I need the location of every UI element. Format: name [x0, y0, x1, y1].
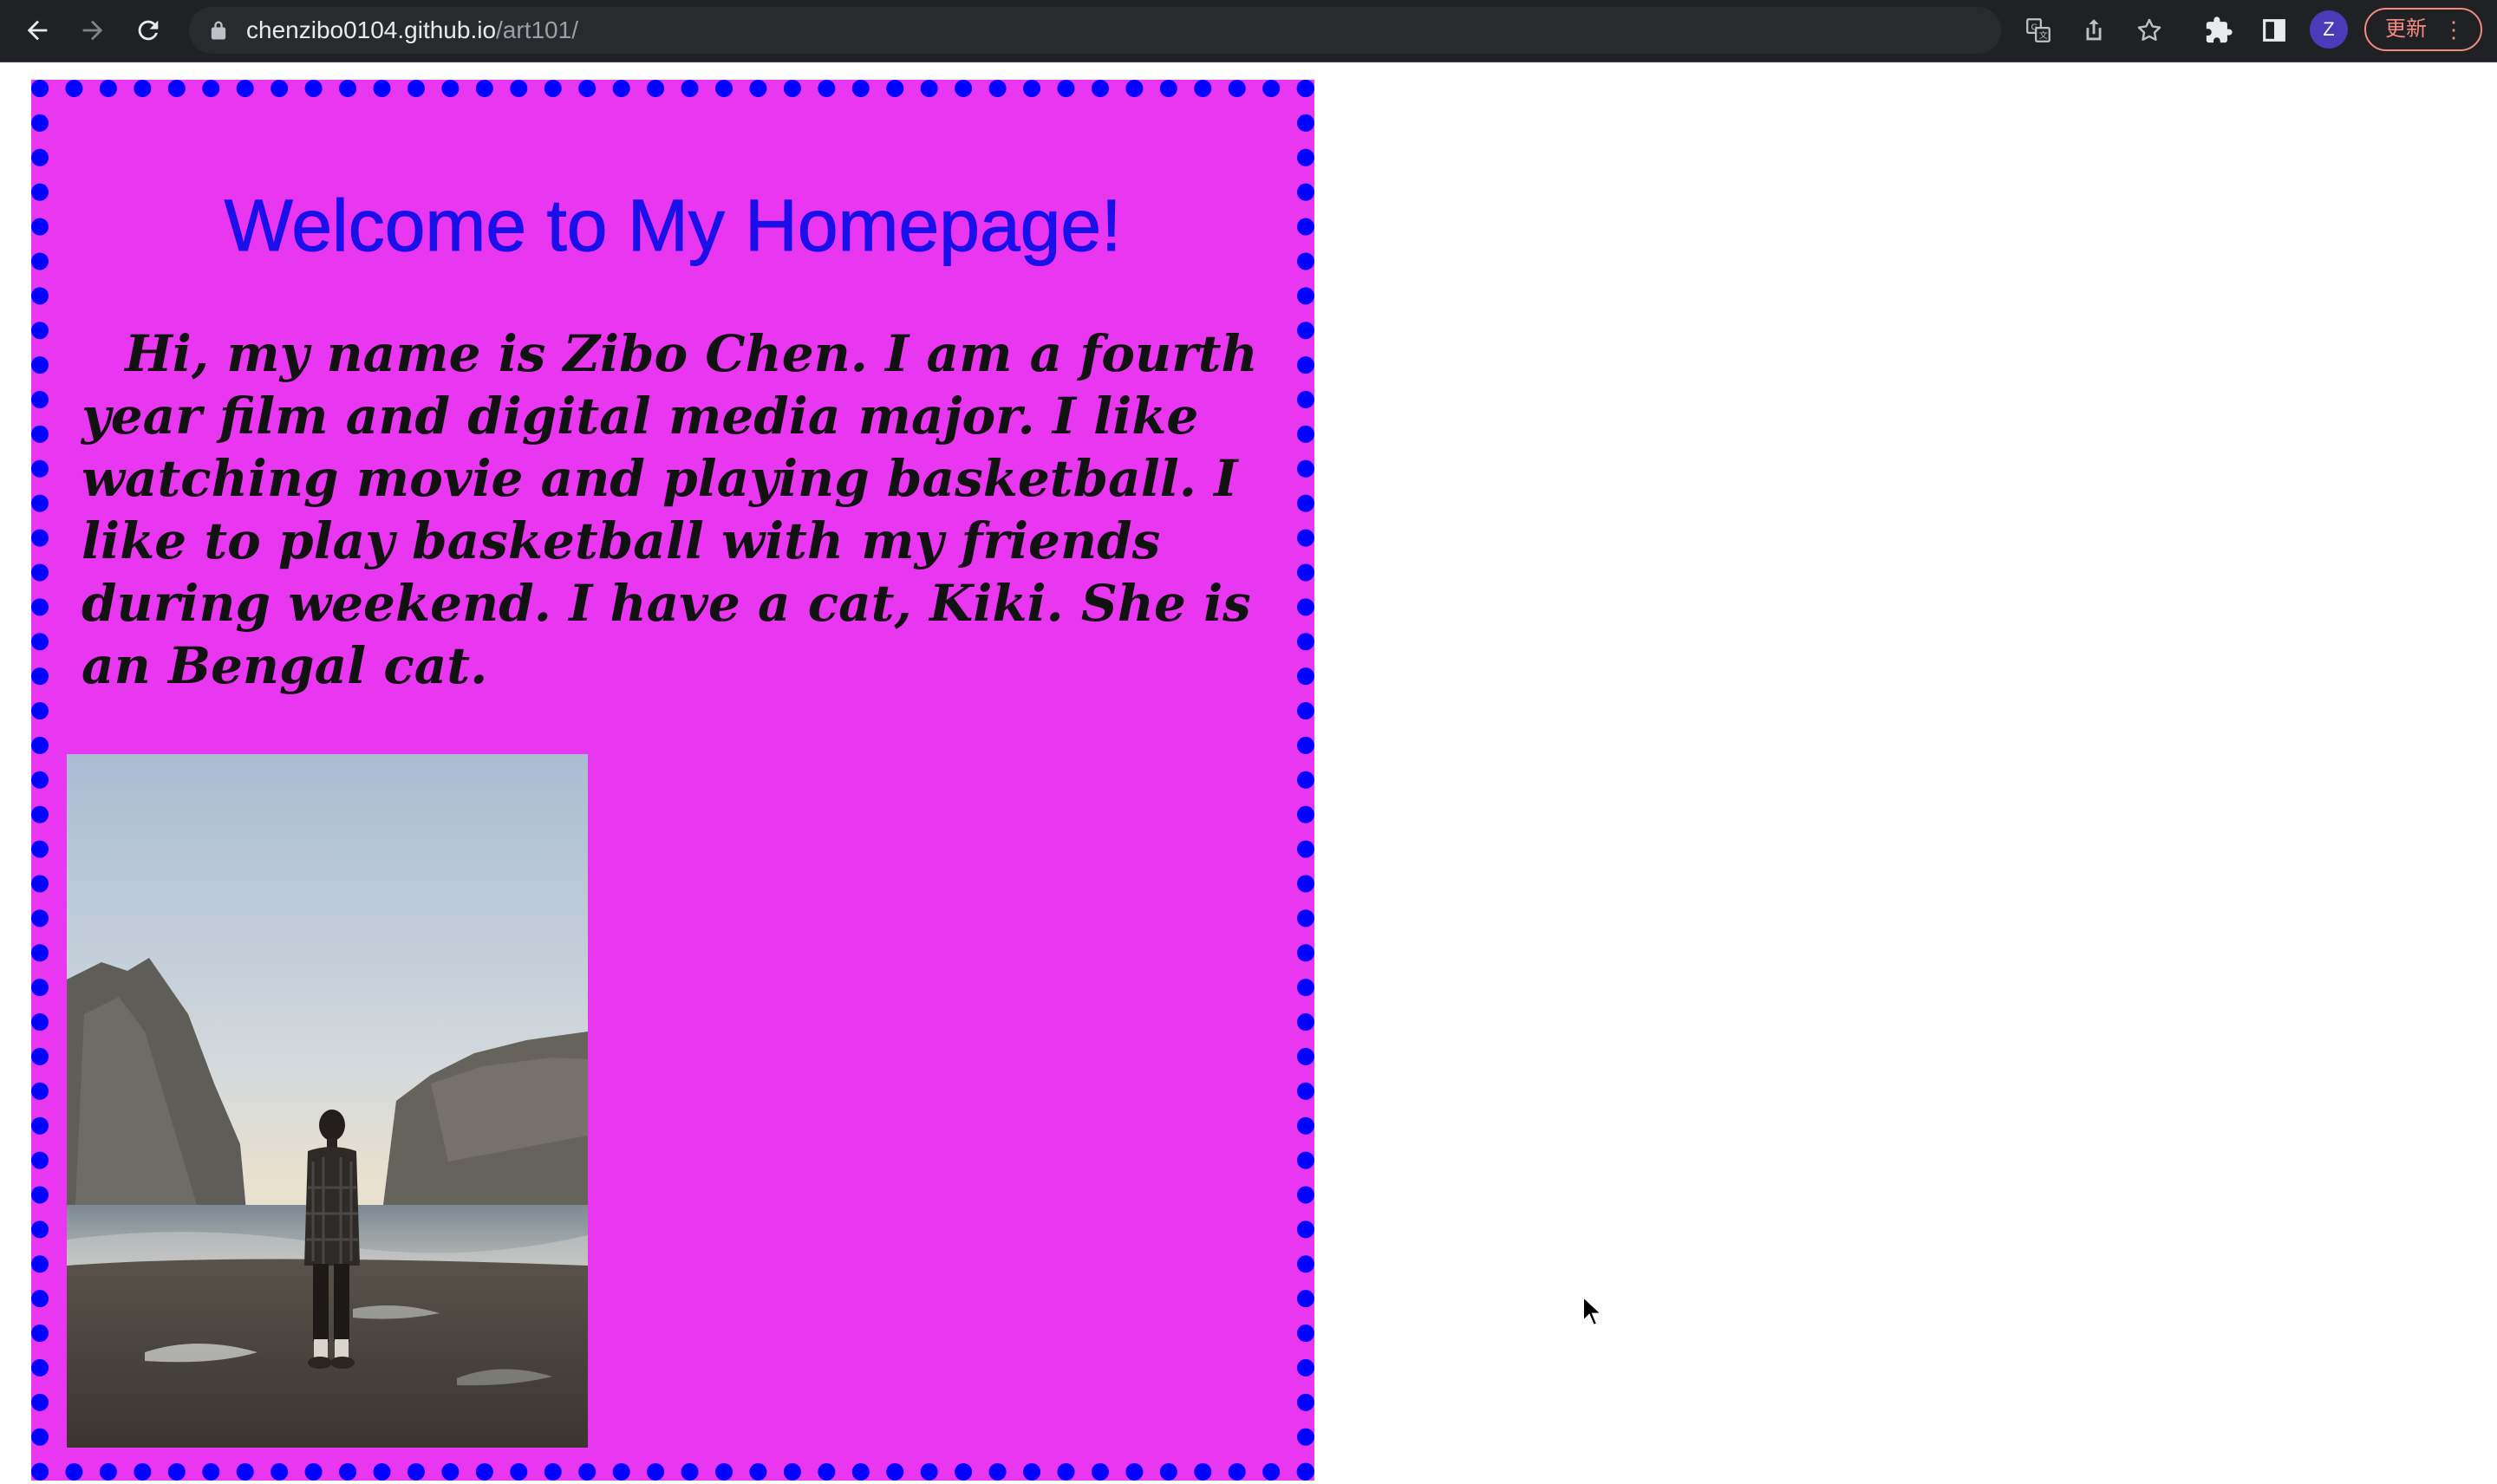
menu-icon[interactable]: ⋮ [2442, 10, 2465, 49]
url-host: chenzibo0104.github.io [246, 16, 497, 43]
puzzle-icon [2206, 16, 2233, 43]
extensions-button[interactable] [2199, 10, 2239, 50]
profile-avatar[interactable]: Z [2310, 10, 2348, 49]
mouse-cursor-icon [1582, 1295, 1604, 1327]
svg-text:G: G [2031, 23, 2038, 32]
homepage-container: Welcome to My Homepage! Hi, my name is Z… [31, 80, 1314, 1481]
arrow-right-icon [82, 20, 103, 41]
portrait-image [67, 754, 588, 1448]
update-button[interactable]: 更新 ⋮ [2364, 8, 2482, 51]
browser-toolbar: chenzibo0104.github.io/art101/ G 文 Z 更新 [0, 0, 2497, 62]
share-icon [2086, 19, 2102, 41]
bookmark-button[interactable] [2129, 10, 2169, 50]
profile-photo [67, 754, 588, 1448]
lock-icon[interactable] [206, 18, 231, 42]
star-icon [2137, 18, 2161, 41]
side-panel-button[interactable] [2254, 10, 2294, 50]
svg-text:文: 文 [2039, 29, 2048, 41]
share-button[interactable] [2074, 10, 2114, 50]
forward-button[interactable] [73, 10, 113, 50]
back-button[interactable] [17, 10, 57, 50]
url-path: /art101/ [496, 16, 578, 43]
translate-icon: G 文 [2026, 18, 2050, 42]
reload-icon [138, 20, 159, 41]
address-bar[interactable]: chenzibo0104.github.io/art101/ [189, 7, 2001, 54]
url-text[interactable]: chenzibo0104.github.io/art101/ [246, 7, 578, 54]
page-title: Welcome to My Homepage! [224, 185, 1122, 267]
update-label: 更新 [2385, 17, 2427, 41]
side-panel-icon [2263, 19, 2285, 42]
reload-button[interactable] [128, 10, 168, 50]
bio-paragraph: Hi, my name is Zibo Chen. I am a fourth … [81, 324, 1258, 695]
arrow-left-icon [27, 20, 48, 41]
translate-button[interactable]: G 文 [2018, 10, 2058, 50]
